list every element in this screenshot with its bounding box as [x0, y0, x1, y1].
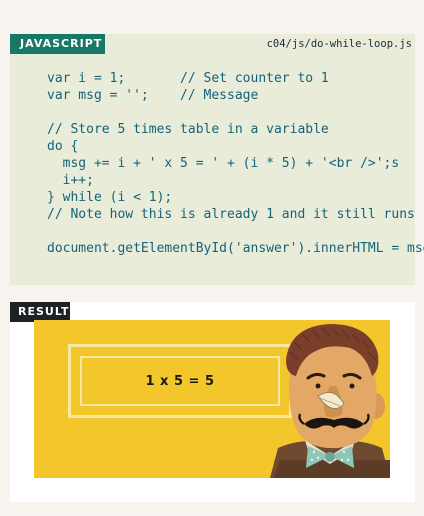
code-line: var i = 1; // Set counter to 1	[47, 71, 329, 86]
code-line: do {	[47, 139, 79, 154]
answer-box: 1 x 5 = 5	[80, 356, 280, 406]
mustached-man-illustration	[270, 324, 390, 478]
code-line: // Note how this is already 1 and it sti…	[47, 207, 415, 222]
answer-text: 1 x 5 = 5	[145, 373, 215, 389]
code-block: var i = 1; // Set counter to 1 var msg = …	[47, 70, 424, 257]
code-line: // Store 5 times table in a variable	[47, 122, 329, 137]
javascript-tab: JAVASCRIPT	[10, 34, 105, 54]
code-line: i++;	[47, 173, 94, 188]
code-line: document.getElementById('answer').innerH…	[47, 241, 424, 256]
file-path: c04/js/do-while-loop.js	[266, 38, 412, 50]
code-line: var msg = ''; // Message	[47, 88, 259, 103]
code-line: } while (i < 1);	[47, 190, 173, 205]
code-line: msg += i + ' x 5 = ' + (i * 5) + '<br />…	[47, 156, 400, 171]
result-stage: 1 x 5 = 5	[34, 320, 390, 478]
result-tab: RESULT	[10, 302, 70, 322]
answer-frame: 1 x 5 = 5	[68, 344, 292, 418]
